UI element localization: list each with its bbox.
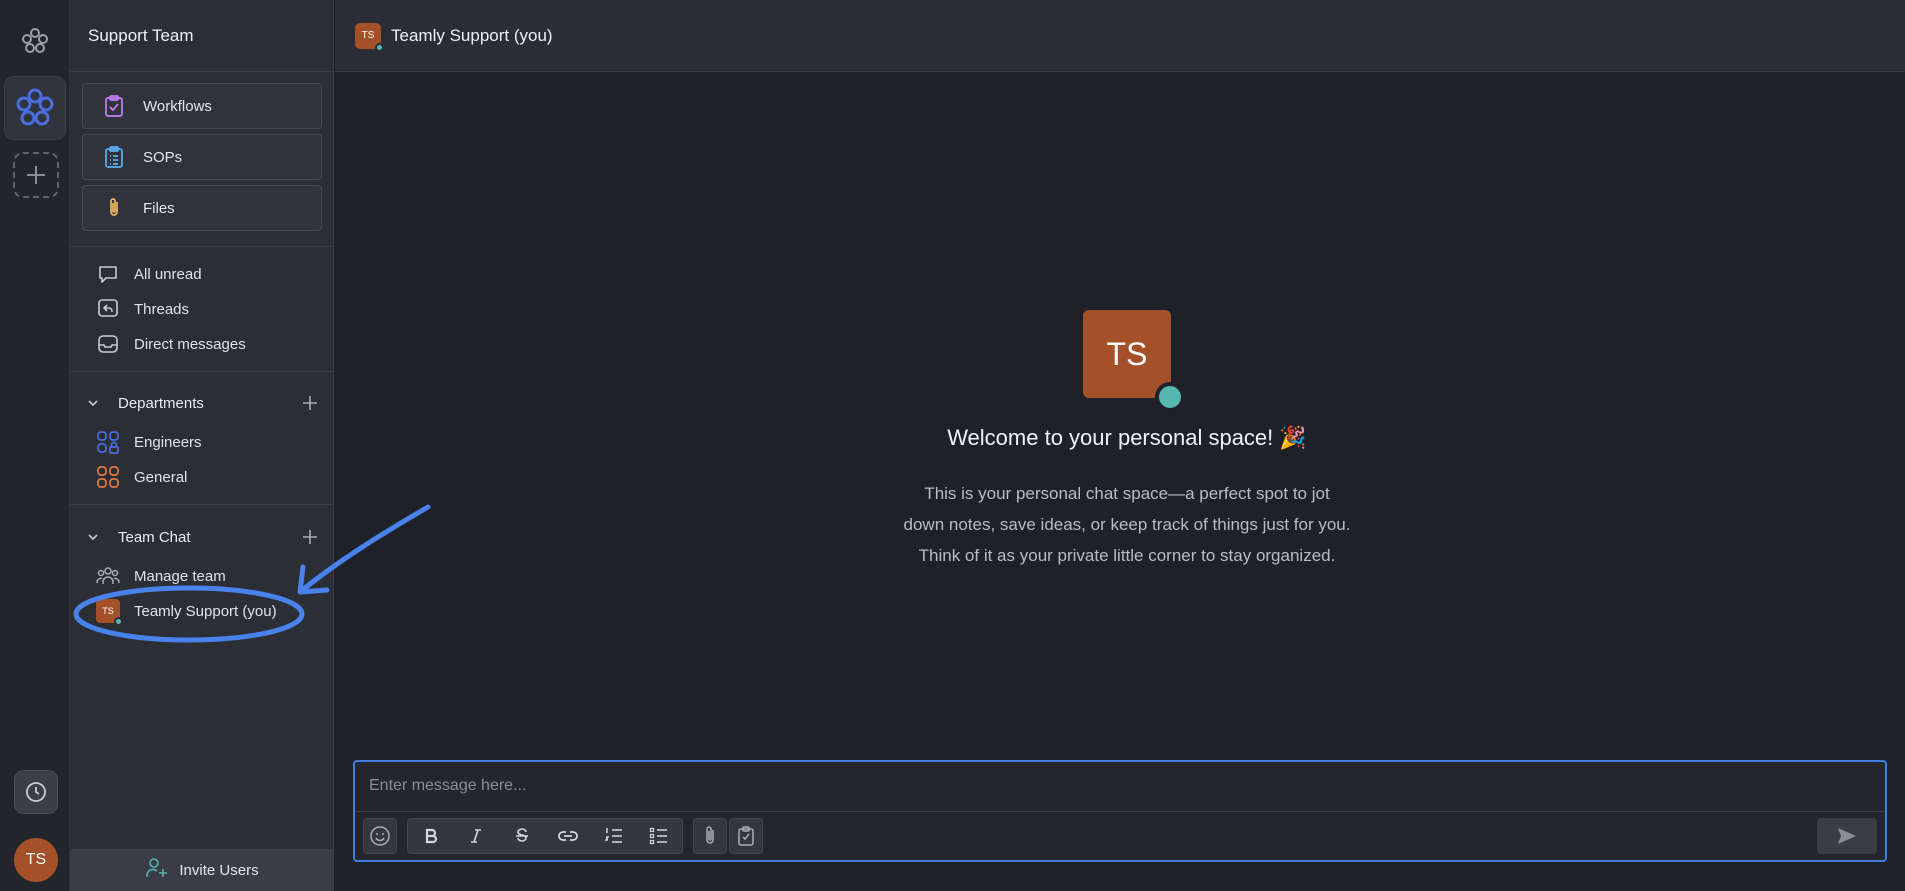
avatar: TS (355, 22, 384, 52)
channel-general[interactable]: General (96, 463, 187, 491)
recent-activity-button[interactable] (14, 770, 58, 814)
dm-teamly-support[interactable]: TS Teamly Support (you) (96, 597, 277, 626)
online-status-dot (375, 42, 384, 52)
nav-direct-messages[interactable]: Direct messages (96, 330, 246, 358)
paperclip-icon (101, 195, 127, 221)
channel-label: Engineers (134, 433, 202, 451)
workflows-label: Workflows (143, 97, 212, 115)
divider (70, 71, 334, 72)
italic-icon (471, 829, 482, 843)
formatting-toolbar (407, 818, 683, 854)
sidebar: Support Team Workflows SOPs Files All un… (70, 0, 334, 891)
manage-team-item[interactable]: Manage team (96, 562, 226, 590)
avatar-initials: TS (361, 30, 375, 41)
ordered-list-button[interactable] (591, 819, 637, 853)
grid-group-icon (96, 465, 120, 489)
inbox-icon (96, 332, 120, 356)
workflows-button[interactable]: Workflows (82, 83, 322, 129)
paperclip-icon (706, 826, 714, 844)
chevron-down-icon[interactable] (84, 528, 102, 546)
departments-section-header[interactable]: Departments (84, 390, 320, 416)
dm-label: Teamly Support (you) (134, 602, 277, 620)
nav-threads[interactable]: Threads (96, 295, 189, 323)
clock-icon (26, 782, 46, 802)
send-button[interactable] (1817, 818, 1877, 854)
nav-label: All unread (134, 265, 202, 283)
emoji-icon (370, 826, 390, 846)
welcome-avatar: TS (1083, 310, 1185, 412)
people-icon (96, 564, 120, 588)
private-group-icon (96, 430, 120, 454)
online-status-dot (1155, 382, 1185, 412)
link-icon (557, 831, 578, 841)
files-button[interactable]: Files (82, 185, 322, 231)
thread-reply-icon (96, 297, 120, 321)
divider (355, 811, 1885, 812)
chat-title: Teamly Support (you) (391, 25, 553, 45)
bold-button[interactable] (408, 819, 454, 853)
team-chat-section-header[interactable]: Team Chat (84, 524, 320, 550)
nav-label: Direct messages (134, 335, 246, 353)
chat-header: TS Teamly Support (you) (335, 0, 1905, 72)
plus-icon (27, 166, 45, 184)
chat-main: TS Teamly Support (you) TS Welcome to yo… (335, 0, 1905, 891)
send-icon (1838, 828, 1856, 844)
avatar-initials: TS (102, 606, 114, 616)
welcome-title: Welcome to your personal space! 🎉 (947, 425, 1307, 450)
divider (70, 246, 334, 247)
section-title: Departments (118, 394, 204, 412)
message-input[interactable] (369, 770, 1869, 802)
clipboard-list-icon (101, 144, 127, 170)
bullet-list-icon (650, 827, 668, 845)
channel-label: General (134, 468, 188, 486)
nav-all-unread[interactable]: All unread (96, 260, 202, 288)
online-status-dot (114, 617, 123, 626)
section-title: Team Chat (118, 528, 191, 546)
team-workspace-button[interactable] (4, 76, 66, 140)
sops-label: SOPs (143, 148, 183, 166)
invite-users-button[interactable]: Invite Users (70, 849, 334, 891)
sops-button[interactable]: SOPs (82, 134, 322, 180)
bold-icon (425, 828, 437, 844)
channel-engineers[interactable]: Engineers (96, 428, 202, 456)
divider (70, 371, 334, 372)
welcome-line: Think of it as your private little corne… (918, 546, 1336, 565)
manage-team-label: Manage team (134, 567, 226, 585)
ordered-list-icon (604, 828, 622, 843)
app-logo-icon[interactable] (8, 14, 62, 68)
welcome-line: down notes, save ideas, or keep track of… (903, 515, 1351, 534)
user-avatar[interactable]: TS (14, 838, 58, 882)
chevron-down-icon[interactable] (84, 394, 102, 412)
divider (70, 504, 334, 505)
strikethrough-icon (516, 828, 529, 842)
add-chat-icon[interactable] (300, 527, 320, 547)
workspace-rail: TS (0, 0, 70, 891)
attach-workflow-button[interactable] (729, 818, 763, 854)
nav-label: Threads (134, 300, 190, 318)
strikethrough-button[interactable] (499, 819, 545, 853)
add-user-icon (145, 857, 169, 884)
clipboard-check-icon (101, 93, 127, 119)
link-button[interactable] (545, 819, 591, 853)
bullet-list-button[interactable] (636, 819, 682, 853)
files-label: Files (143, 199, 175, 217)
message-composer (353, 760, 1887, 862)
attach-file-button[interactable] (693, 818, 727, 854)
welcome-description: This is your personal chat space—a perfe… (755, 478, 1499, 571)
avatar-initials: TS (1106, 335, 1148, 372)
dm-avatar-wrap: TS (96, 599, 123, 626)
welcome-line: This is your personal chat space—a perfe… (924, 484, 1330, 503)
team-name[interactable]: Support Team (88, 26, 194, 46)
italic-button[interactable] (454, 819, 500, 853)
avatar: TS (96, 599, 123, 626)
chat-bubble-icon (96, 262, 120, 286)
add-workspace-button[interactable] (13, 152, 59, 198)
add-department-icon[interactable] (300, 393, 320, 413)
emoji-button[interactable] (363, 818, 397, 854)
clipboard-check-icon (738, 826, 754, 846)
invite-label: Invite Users (179, 861, 259, 879)
